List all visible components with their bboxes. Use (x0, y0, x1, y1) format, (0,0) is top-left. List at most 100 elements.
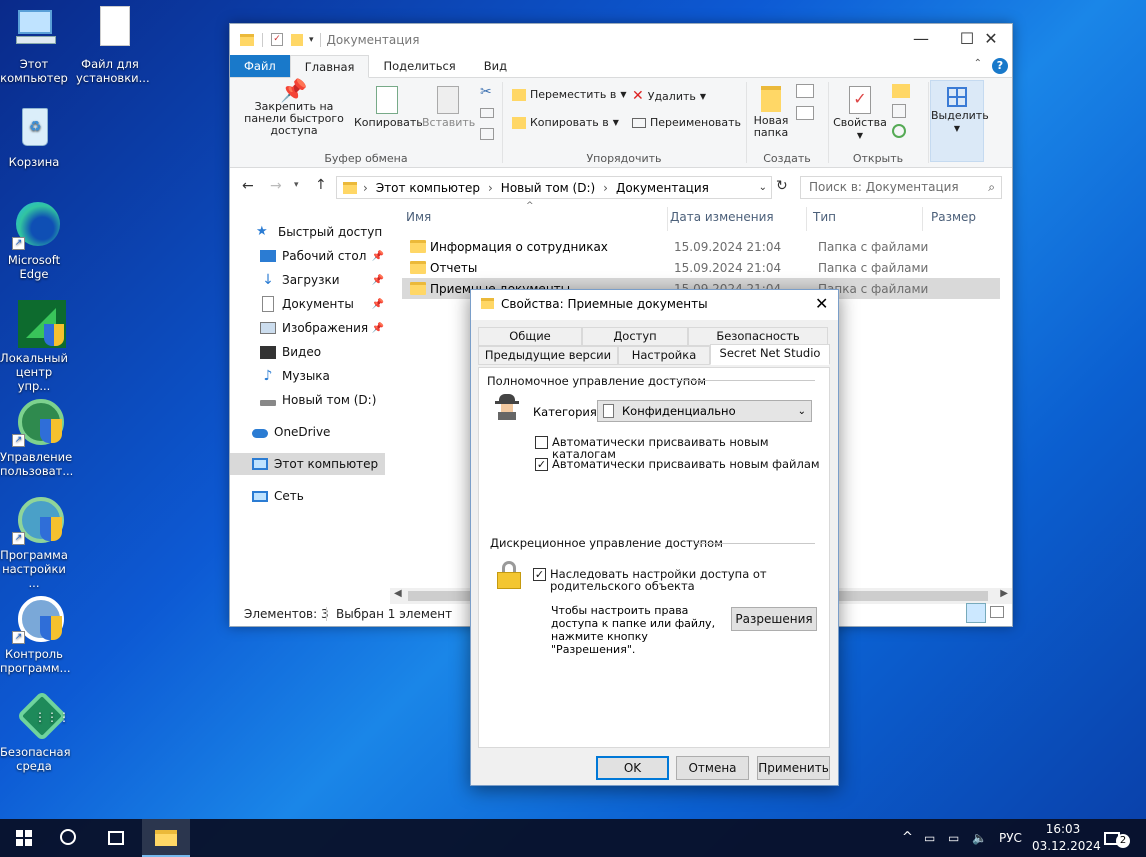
dialog-titlebar[interactable]: Свойства: Приемные документы ✕ (471, 290, 838, 320)
up-arrow-icon[interactable]: ↑ (315, 177, 327, 193)
desktop-icon-settings-program[interactable]: ↗ Программа настройки ... (0, 497, 68, 590)
network-tray-icon[interactable]: ▭ (924, 819, 935, 857)
table-row[interactable]: Отчеты 15.09.2024 21:04 Папка с файлами (402, 257, 1002, 278)
taskbar-explorer-button[interactable] (142, 819, 190, 857)
paste-shortcut-icon[interactable] (480, 128, 494, 140)
help-icon[interactable]: ? (992, 58, 1008, 74)
minimize-button[interactable]: — (898, 24, 944, 55)
desktop-icon-edge[interactable]: ↗ Microsoft Edge (0, 202, 68, 281)
task-view-button[interactable] (92, 819, 140, 857)
properties-dialog[interactable]: Свойства: Приемные документы ✕ Общие Дос… (470, 289, 839, 786)
tab-general[interactable]: Общие (478, 327, 582, 346)
pin-icon[interactable]: 📌 (372, 275, 384, 286)
qat-new-folder-icon[interactable] (291, 33, 303, 46)
history-icon[interactable] (892, 124, 906, 138)
qat-properties-icon[interactable]: ✓ (271, 33, 283, 46)
edit-icon[interactable] (892, 104, 906, 118)
copy-to-button[interactable]: Копировать в ▼ (512, 116, 619, 129)
delete-button[interactable]: ✕ Удалить ▼ (632, 88, 706, 104)
open-icon[interactable] (892, 84, 910, 98)
apply-button[interactable]: Применить (757, 756, 830, 780)
close-button[interactable]: ✕ (968, 24, 1014, 55)
details-view-icon[interactable] (966, 603, 986, 623)
new-folder-button[interactable]: Новая папка (750, 86, 792, 139)
select-button[interactable]: Выделить ▼ (930, 80, 989, 162)
new-item-icon[interactable] (796, 84, 814, 98)
scroll-left-icon[interactable]: ◀ (394, 588, 402, 599)
nav-network[interactable]: Сеть (252, 485, 407, 507)
column-date[interactable]: Дата изменения (667, 207, 774, 231)
desktop-icon-install-file[interactable]: Файл для установки... (76, 6, 150, 85)
desktop-icon-this-pc[interactable]: Этот компьютер (0, 6, 68, 85)
nav-pictures[interactable]: Изображения 📌 (260, 317, 386, 339)
dialog-close-icon[interactable]: ✕ (815, 294, 828, 313)
language-indicator[interactable]: РУС (999, 819, 1022, 857)
nav-video[interactable]: Видео (260, 341, 415, 363)
search-button[interactable] (44, 819, 92, 857)
tab-sharing[interactable]: Доступ (582, 327, 688, 346)
tab-home[interactable]: Главная (289, 55, 370, 78)
tab-file[interactable]: Файл (230, 55, 290, 77)
tab-previous-versions[interactable]: Предыдущие версии (478, 346, 618, 365)
refresh-icon[interactable]: ↻ (776, 178, 788, 194)
large-icons-view-icon[interactable] (990, 606, 1004, 618)
desktop-icon-user-management[interactable]: ↗ Управление пользоват... (0, 399, 73, 478)
clock[interactable]: 16:03 03.12.2024 (1032, 819, 1101, 857)
notifications-button[interactable]: 2 (1104, 819, 1134, 857)
forward-arrow-icon[interactable]: → (270, 178, 282, 194)
nav-music[interactable]: ♪ Музыка (260, 365, 415, 387)
checkbox-box[interactable]: ✓ (535, 458, 548, 471)
rename-button[interactable]: Переименовать (632, 116, 741, 129)
category-select[interactable]: Конфиденциально ⌄ (597, 400, 812, 422)
copy-path-icon[interactable] (480, 108, 494, 118)
start-button[interactable] (0, 819, 48, 857)
checkbox-box[interactable]: ✓ (533, 568, 546, 581)
desktop-icon-secure-environment[interactable]: ⋮⋮⋮ Безопасная среда (0, 690, 71, 773)
desktop-icon-recycle-bin[interactable]: ♻ Корзина (0, 104, 68, 169)
desktop-icon-local-management[interactable]: Локальный центр упр... (0, 300, 68, 393)
search-input[interactable]: Поиск в: Документация ⌕ (800, 176, 1002, 199)
pin-icon[interactable]: 📌 (372, 299, 384, 310)
tab-customize[interactable]: Настройка (618, 346, 710, 365)
tab-share[interactable]: Поделиться (369, 55, 469, 77)
volume-tray-icon[interactable]: 🔈 (972, 819, 987, 857)
move-to-button[interactable]: Переместить в ▼ (512, 88, 627, 101)
nav-drive[interactable]: Новый том (D:) (260, 389, 415, 411)
column-type[interactable]: Тип (806, 207, 836, 231)
checkbox-box[interactable] (535, 436, 548, 449)
auto-files-checkbox[interactable]: ✓ Автоматически присваивать новым файлам (535, 458, 820, 471)
inherit-checkbox[interactable]: ✓ Наследовать настройки доступа от родит… (533, 568, 813, 592)
address-dropdown-icon[interactable]: ⌄ (759, 182, 767, 193)
nav-desktop[interactable]: Рабочий стол 📌 (260, 245, 386, 267)
explorer-titlebar[interactable]: ✓ ▾ Документация — ☐ ✕ (230, 24, 1012, 55)
easy-access-icon[interactable] (796, 106, 814, 120)
pin-icon[interactable]: 📌 (372, 251, 384, 262)
column-name[interactable]: Имя (406, 207, 431, 231)
pin-icon[interactable]: 📌 (372, 323, 384, 334)
nav-documents[interactable]: Документы 📌 (260, 293, 386, 315)
tab-secret-net-studio[interactable]: Secret Net Studio (710, 344, 830, 365)
cut-icon[interactable]: ✂ (480, 84, 492, 100)
ok-button[interactable]: OK (596, 756, 669, 780)
permissions-button[interactable]: Разрешения (731, 607, 817, 631)
address-box[interactable]: › Этот компьютер › Новый том (D:) › Доку… (336, 176, 772, 199)
column-size[interactable]: Размер (922, 207, 976, 231)
desktop-icon-program-control[interactable]: ↗ Контроль программ... (0, 596, 71, 675)
pin-quick-access-button[interactable]: 📌 Закрепить на панели быстрого доступа (234, 81, 354, 137)
ethernet-tray-icon[interactable]: ▭ (948, 819, 959, 857)
show-hidden-icons[interactable]: ^ (902, 819, 913, 857)
paste-button[interactable]: Вставить (422, 86, 475, 129)
tab-view[interactable]: Вид (470, 55, 521, 77)
properties-button[interactable]: ✓ Свойства ▼ (832, 86, 888, 142)
copy-button[interactable]: Копировать (354, 86, 423, 129)
table-row[interactable]: Информация о сотрудниках 15.09.2024 21:0… (402, 236, 1002, 257)
breadcrumb-this-pc[interactable]: Этот компьютер (376, 181, 480, 195)
back-arrow-icon[interactable]: ← (242, 178, 254, 194)
cancel-button[interactable]: Отмена (676, 756, 749, 780)
recent-dropdown-icon[interactable]: ▾ (294, 180, 299, 190)
scroll-right-icon[interactable]: ▶ (1000, 588, 1008, 599)
nav-this-pc[interactable]: Этот компьютер (230, 453, 385, 475)
breadcrumb-folder[interactable]: Документация (616, 181, 709, 195)
qat-dropdown-icon[interactable]: ▾ (309, 35, 314, 45)
collapse-ribbon-icon[interactable]: ⌃ (974, 58, 982, 69)
